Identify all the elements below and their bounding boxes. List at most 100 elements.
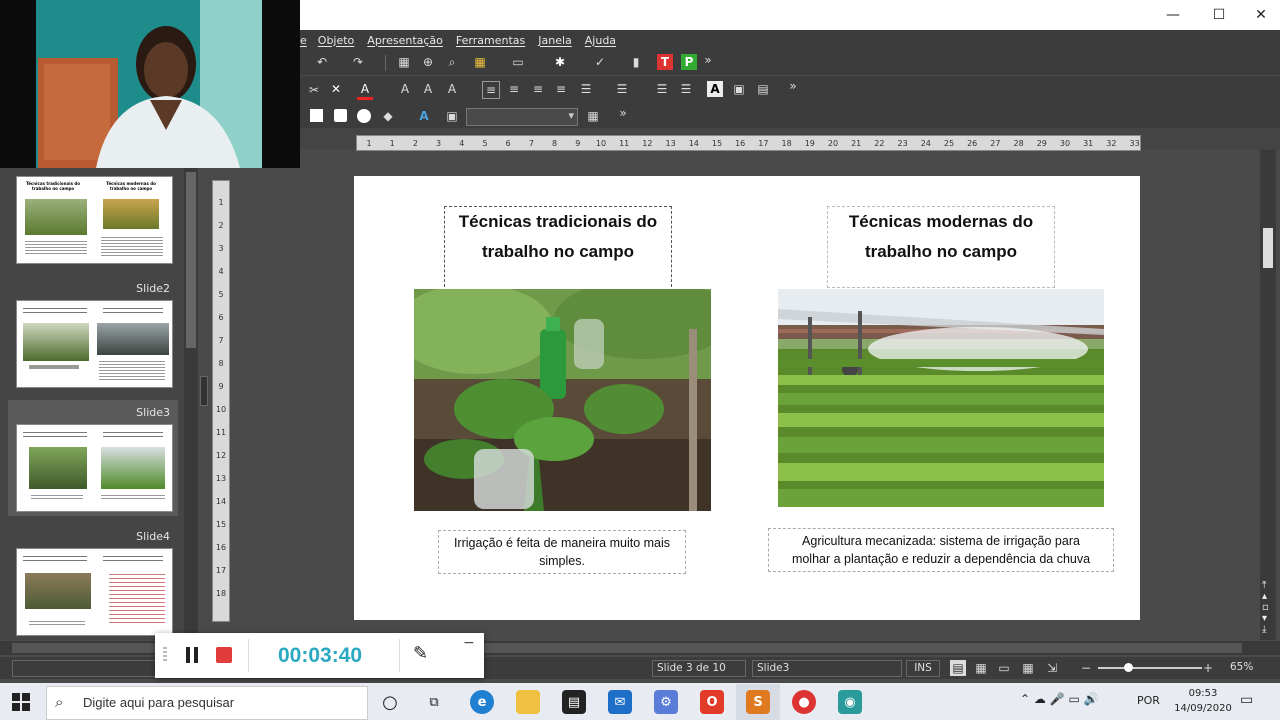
task-view-icon[interactable]: ⧉ [422,690,446,714]
image-icon[interactable]: ▭ [510,54,526,70]
rounded-rect-icon[interactable] [334,109,347,122]
close-button[interactable]: ✕ [1238,0,1280,30]
notification-icon[interactable]: ▭ [1240,692,1253,708]
slide-panel-scrollbar[interactable] [184,168,198,640]
align-left-icon[interactable]: ≡ [482,81,500,99]
zoom-out-icon[interactable]: − [1078,660,1094,676]
grid-icon[interactable]: ▦ [585,108,601,124]
grow-font-icon[interactable]: A [397,81,413,97]
store-icon[interactable]: ▤ [562,690,586,714]
slide-canvas[interactable]: Técnicas tradicionais do trabalho no cam… [354,176,1140,620]
menu-window[interactable]: Janela [538,34,572,47]
pause-icon[interactable] [186,647,190,663]
zoom-in-icon[interactable]: + [1200,660,1216,676]
mail-icon[interactable]: ✉ [608,690,632,714]
ellipse-icon[interactable] [357,109,371,123]
shapes-icon[interactable]: ◆ [380,108,396,124]
redo-icon[interactable]: ↷ [350,54,366,70]
edge-icon[interactable]: e [470,690,494,714]
taskbar-search-box[interactable]: ⌕ Digite aqui para pesquisar [46,686,368,720]
chrome-icon[interactable]: ● [792,690,816,714]
menu-edit[interactable]: e [300,34,307,47]
indent-increase-icon[interactable]: ☰ [678,81,694,97]
outline-view-icon[interactable]: ▦ [973,660,989,676]
slide-thumbnail-1[interactable]: Técnicas tradicionais do trabalho no cam… [16,176,173,264]
clear-format-icon[interactable]: ✕ [328,81,344,97]
left-caption-box[interactable]: Irrigação é feita de maneira muito mais … [438,530,686,574]
text-t-icon[interactable]: T [657,54,673,70]
indent-decrease-icon[interactable]: ☰ [654,81,670,97]
right-title-box[interactable]: Técnicas modernas do trabalho no campo [827,206,1055,288]
zoom-slider-handle[interactable] [1124,663,1133,672]
page-icon[interactable]: ▤ [755,81,771,97]
crop-icon[interactable]: ▣ [444,108,460,124]
fit-slide-icon[interactable]: ⇲ [1044,660,1060,676]
text-p-icon[interactable]: P [681,54,697,70]
insert-icon[interactable]: ✱ [552,54,568,70]
shrink-font-icon[interactable]: A [420,81,436,97]
align-right-icon[interactable]: ≡ [530,81,546,97]
text-box-icon[interactable]: A [707,81,723,97]
zoom-icon[interactable]: ⌕ [444,54,460,70]
more-icon-3[interactable]: » [615,105,631,121]
traditional-irrigation-image[interactable] [414,289,711,511]
scroll-nav-icons[interactable]: ⤒ ▴ ▫ ▾ ⤓ [1262,580,1269,635]
notes-view-icon[interactable]: ▭ [996,660,1012,676]
numbering-icon[interactable]: ☰ [614,81,630,97]
zoom-slider[interactable] [1098,663,1202,672]
stop-record-icon[interactable] [216,647,232,663]
pen-draw-icon[interactable]: ✎ [413,643,428,664]
justify-icon[interactable]: ≡ [553,81,569,97]
slide-thumbnail-2[interactable] [16,300,173,388]
zoom-level[interactable]: 65% [1230,661,1253,673]
slide-thumbnail-4[interactable] [16,548,173,636]
fontwork-icon[interactable]: ▣ [731,81,747,97]
left-title-box[interactable]: Técnicas tradicionais do trabalho no cam… [444,206,672,287]
font-color-icon[interactable]: A [357,81,373,100]
panel-collapse-handle[interactable] [200,376,208,406]
slide-thumbnail-3[interactable] [16,424,173,512]
input-language[interactable]: POR [1137,694,1160,707]
minimize-button[interactable]: — [1150,0,1196,30]
taskbar-clock[interactable]: 09:53 14/09/2020 [1172,686,1234,716]
chart-icon[interactable]: ▮ [628,54,644,70]
normal-view-icon[interactable]: ▤ [950,660,966,676]
more-icon-2[interactable]: » [785,78,801,94]
slide-sorter-icon[interactable]: ▦ [1020,660,1036,676]
pause-icon-bar[interactable] [194,647,198,663]
vertical-scroll-thumb[interactable] [1263,228,1273,268]
drag-handle-icon[interactable] [163,647,167,663]
menu-tools[interactable]: Ferramentas [456,34,525,47]
align-center-icon[interactable]: ≡ [506,81,522,97]
insert-mode[interactable]: INS [906,660,940,677]
scrollbar-thumb[interactable] [186,172,196,348]
windows-start-icon[interactable] [12,693,30,711]
app-icon[interactable]: ⚙ [654,690,678,714]
more-icon[interactable]: » [700,52,716,68]
minimize-recorder-icon[interactable]: − [463,635,475,651]
rectangle-icon[interactable] [310,109,323,122]
office-icon[interactable]: O [700,690,724,714]
menu-presentation[interactable]: Apresentação [367,34,443,47]
spacing-icon[interactable]: A [444,81,460,97]
menu-object[interactable]: Objeto [318,34,355,47]
navigator-icon[interactable]: ⊕ [420,54,436,70]
recorder-app-icon[interactable]: ◉ [838,690,862,714]
mechanized-irrigation-image[interactable] [778,289,1104,507]
fontwork-a-icon[interactable]: A [416,108,432,124]
maximize-button[interactable]: ☐ [1196,0,1242,30]
cortana-icon[interactable]: ○ [378,690,402,714]
right-caption-box[interactable]: Agricultura mecanizada: sistema de irrig… [768,528,1114,572]
bullets-icon[interactable]: ☰ [578,81,594,97]
tray-icons[interactable]: ⌃ ☁ 🎤 ▭ 🔊 [1020,692,1099,706]
file-explorer-icon[interactable] [516,690,540,714]
spellcheck-icon[interactable]: ✓ [592,54,608,70]
menu-help[interactable]: Ajuda [585,34,616,47]
table-icon[interactable]: ▦ [472,54,488,70]
cut-icon[interactable]: ✂ [306,82,322,98]
undo-icon[interactable]: ↶ [314,54,330,70]
impress-icon[interactable]: S [746,690,770,714]
calendar-icon[interactable]: ▦ [396,54,412,70]
style-select[interactable]: ▾ [466,108,578,126]
main-vertical-scrollbar[interactable]: ⤒ ▴ ▫ ▾ ⤓ [1260,150,1276,640]
